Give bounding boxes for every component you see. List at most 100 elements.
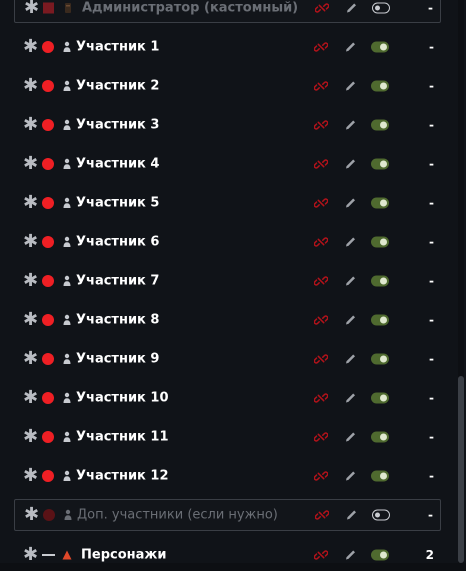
role-row-participant-4[interactable]: ✱ Участник 4 - bbox=[14, 148, 441, 180]
scrollbar-thumb[interactable] bbox=[458, 376, 464, 563]
edit-pencil-icon[interactable] bbox=[344, 549, 357, 562]
person-icon bbox=[63, 275, 71, 286]
unlink-icon[interactable] bbox=[314, 118, 328, 132]
unlink-icon[interactable] bbox=[315, 1, 329, 15]
role-row-participant-3[interactable]: ✱ Участник 3 - bbox=[14, 109, 441, 141]
member-count: - bbox=[428, 1, 433, 15]
unlink-icon[interactable] bbox=[314, 313, 328, 327]
admin-badge-icon bbox=[65, 3, 71, 13]
visibility-toggle[interactable] bbox=[371, 353, 389, 365]
drag-handle-icon[interactable]: ✱ bbox=[23, 272, 38, 290]
role-row-participant-10[interactable]: ✱ Участник 10 - bbox=[14, 382, 441, 414]
visibility-toggle[interactable] bbox=[371, 197, 389, 209]
edit-pencil-icon[interactable] bbox=[344, 431, 357, 444]
role-color-dot-icon bbox=[42, 353, 54, 365]
member-count: - bbox=[429, 40, 434, 54]
visibility-toggle[interactable] bbox=[371, 275, 389, 287]
unlink-icon[interactable] bbox=[314, 352, 328, 366]
visibility-toggle[interactable] bbox=[371, 80, 389, 92]
edit-pencil-icon[interactable] bbox=[344, 80, 357, 93]
edit-pencil-icon[interactable] bbox=[344, 158, 357, 171]
role-row-participant-8[interactable]: ✱ Участник 8 - bbox=[14, 304, 441, 336]
unlink-icon[interactable] bbox=[314, 79, 328, 93]
unlink-icon[interactable] bbox=[314, 430, 328, 444]
edit-pencil-icon[interactable] bbox=[344, 41, 357, 54]
role-label: Участник 5 bbox=[76, 195, 160, 211]
drag-handle-icon[interactable]: ✱ bbox=[23, 155, 38, 173]
drag-handle-icon[interactable]: ✱ bbox=[23, 467, 38, 485]
drag-handle-icon[interactable]: ✱ bbox=[23, 116, 38, 134]
edit-pencil-icon[interactable] bbox=[344, 314, 357, 327]
edit-pencil-icon[interactable] bbox=[344, 470, 357, 483]
visibility-toggle[interactable] bbox=[371, 470, 389, 482]
triangle-icon bbox=[62, 550, 72, 560]
unlink-icon[interactable] bbox=[314, 548, 328, 562]
role-label: Участник 12 bbox=[76, 468, 169, 484]
visibility-toggle[interactable] bbox=[371, 158, 389, 170]
edit-pencil-icon[interactable] bbox=[344, 392, 357, 405]
unlink-icon[interactable] bbox=[314, 235, 328, 249]
role-label: Участник 3 bbox=[76, 117, 160, 133]
role-row-participant-7[interactable]: ✱ Участник 7 - bbox=[14, 265, 441, 297]
person-icon bbox=[63, 197, 71, 208]
role-row-extra-participants[interactable]: ✱ Доп. участники (если нужно) - bbox=[14, 499, 441, 531]
visibility-toggle[interactable] bbox=[371, 41, 389, 53]
drag-handle-icon[interactable]: ✱ bbox=[24, 506, 39, 524]
drag-handle-icon[interactable]: ✱ bbox=[24, 0, 39, 17]
unlink-icon[interactable] bbox=[315, 508, 329, 522]
edit-pencil-icon[interactable] bbox=[345, 2, 358, 15]
unlink-icon[interactable] bbox=[314, 274, 328, 288]
edit-pencil-icon[interactable] bbox=[345, 509, 358, 522]
edit-pencil-icon[interactable] bbox=[344, 197, 357, 210]
role-row-participant-11[interactable]: ✱ Участник 11 - bbox=[14, 421, 441, 453]
visibility-toggle[interactable] bbox=[371, 119, 389, 131]
member-count: - bbox=[429, 391, 434, 405]
person-icon bbox=[63, 314, 71, 325]
visibility-toggle[interactable] bbox=[371, 549, 389, 561]
unlink-icon[interactable] bbox=[314, 40, 328, 54]
member-count: - bbox=[429, 352, 434, 366]
edit-pencil-icon[interactable] bbox=[344, 353, 357, 366]
unlink-icon[interactable] bbox=[314, 196, 328, 210]
visibility-toggle[interactable] bbox=[372, 2, 390, 14]
unlink-icon[interactable] bbox=[314, 157, 328, 171]
role-row-participant-2[interactable]: ✱ Участник 2 - bbox=[14, 70, 441, 102]
drag-handle-icon[interactable]: ✱ bbox=[23, 233, 38, 251]
drag-handle-icon[interactable]: ✱ bbox=[23, 350, 38, 368]
role-color-dot-icon bbox=[42, 41, 54, 53]
member-count: - bbox=[429, 313, 434, 327]
person-icon bbox=[63, 353, 71, 364]
drag-handle-icon[interactable]: ✱ bbox=[23, 38, 38, 56]
unlink-icon[interactable] bbox=[314, 469, 328, 483]
drag-handle-icon[interactable]: ✱ bbox=[23, 77, 38, 95]
drag-handle-icon[interactable]: ✱ bbox=[23, 546, 38, 564]
edit-pencil-icon[interactable] bbox=[344, 119, 357, 132]
role-color-dot-icon bbox=[42, 119, 54, 131]
role-row-admin[interactable]: ✱ Администратор (кастомный) - bbox=[14, 0, 441, 23]
role-row-participant-5[interactable]: ✱ Участник 5 - bbox=[14, 187, 441, 219]
visibility-toggle[interactable] bbox=[371, 314, 389, 326]
visibility-toggle[interactable] bbox=[372, 509, 390, 521]
member-count: - bbox=[429, 430, 434, 444]
role-row-participant-9[interactable]: ✱ Участник 9 - bbox=[14, 343, 441, 375]
person-icon bbox=[64, 509, 72, 520]
role-row-participant-6[interactable]: ✱ Участник 6 - bbox=[14, 226, 441, 258]
role-row-participant-1[interactable]: ✱ Участник 1 - bbox=[14, 31, 441, 63]
role-color-dot-icon bbox=[42, 314, 54, 326]
member-count: - bbox=[429, 235, 434, 249]
visibility-toggle[interactable] bbox=[371, 236, 389, 248]
edit-pencil-icon[interactable] bbox=[344, 275, 357, 288]
drag-handle-icon[interactable]: ✱ bbox=[23, 389, 38, 407]
visibility-toggle[interactable] bbox=[371, 392, 389, 404]
role-row-participant-12[interactable]: ✱ Участник 12 - bbox=[14, 460, 441, 492]
drag-handle-icon[interactable]: ✱ bbox=[23, 428, 38, 446]
edit-pencil-icon[interactable] bbox=[344, 236, 357, 249]
role-row-characters[interactable]: ✱ Персонажи 2 bbox=[14, 539, 441, 571]
drag-handle-icon[interactable]: ✱ bbox=[23, 311, 38, 329]
visibility-toggle[interactable] bbox=[371, 431, 389, 443]
role-label: Участник 4 bbox=[76, 156, 160, 172]
unlink-icon[interactable] bbox=[314, 391, 328, 405]
person-icon bbox=[63, 236, 71, 247]
drag-handle-icon[interactable]: ✱ bbox=[23, 194, 38, 212]
member-count: - bbox=[429, 274, 434, 288]
